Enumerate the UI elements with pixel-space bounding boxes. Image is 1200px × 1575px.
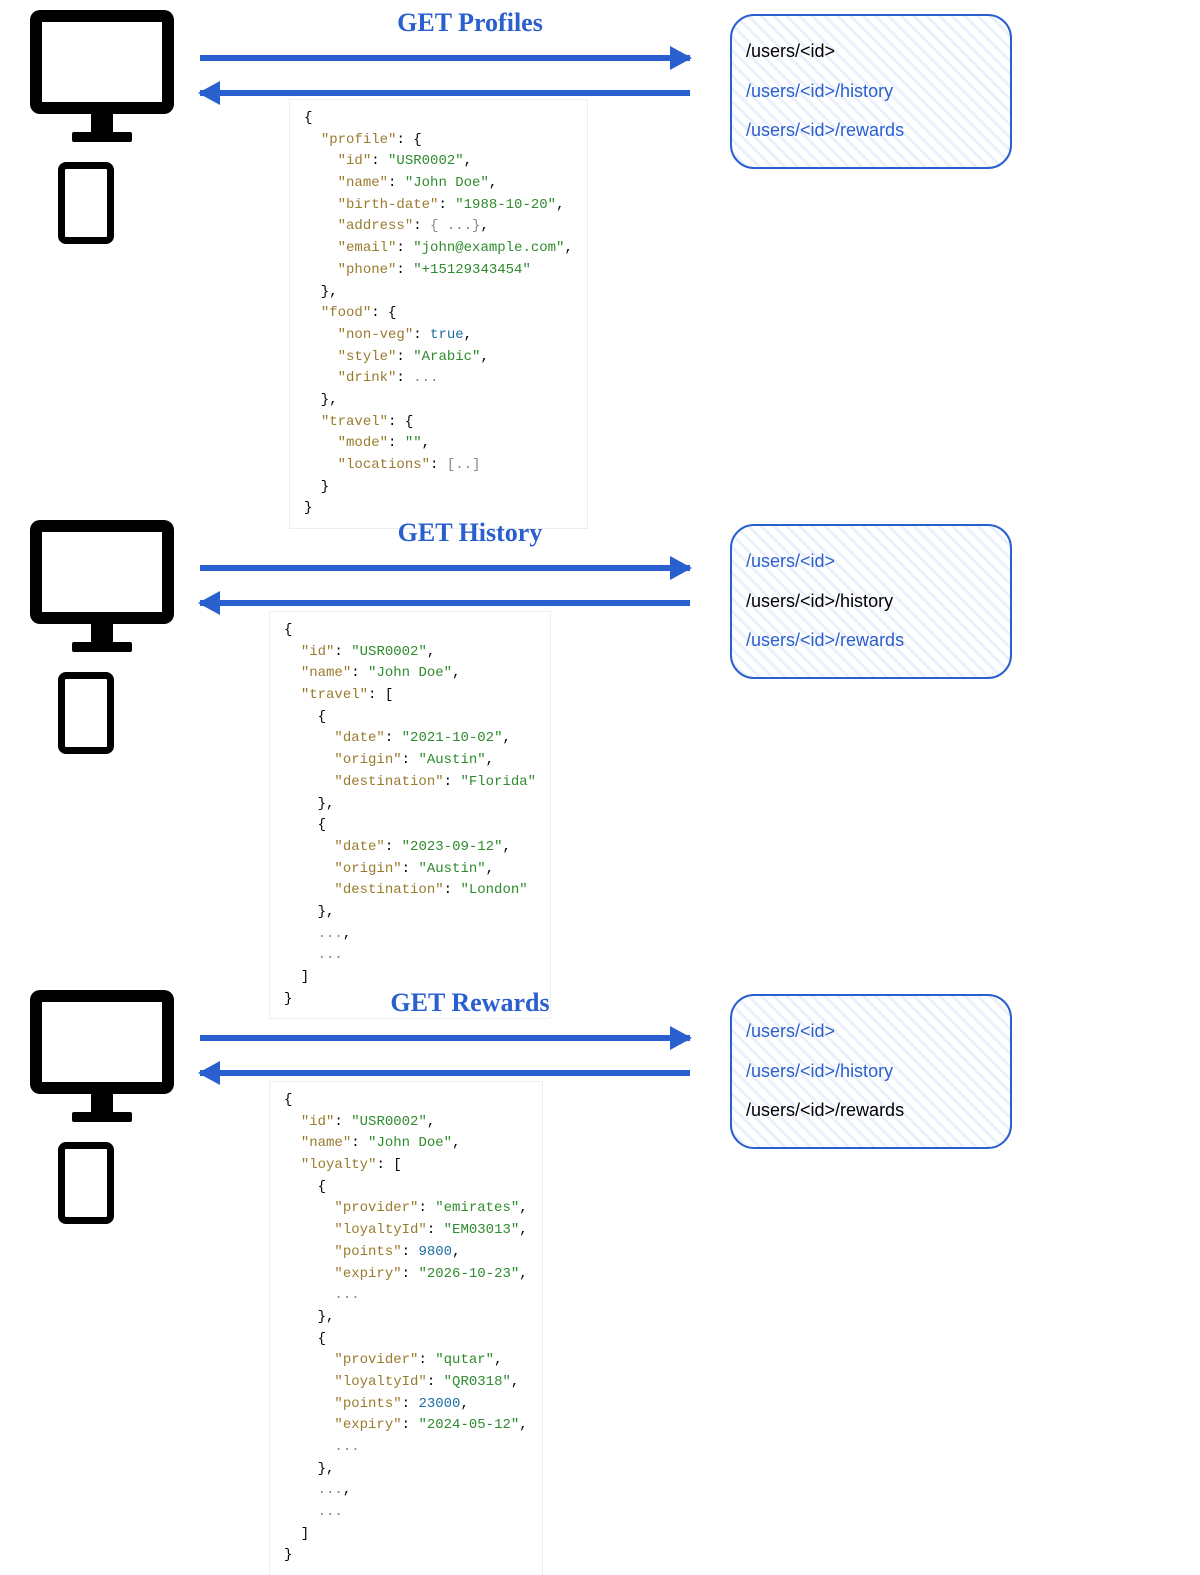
monitor-icon [30,520,174,652]
endpoint-box: /users/<id> /users/<id>/history /users/<… [730,994,1012,1149]
request-label: GET Profiles [320,8,620,38]
endpoint-history: /users/<id>/history [746,1052,996,1092]
request-arrow [200,55,690,61]
endpoint-rewards: /users/<id>/rewards [746,1091,996,1131]
response-arrow [200,90,690,96]
endpoint-rewards: /users/<id>/rewards [746,621,996,661]
phone-icon [58,162,114,244]
client-devices [30,520,174,754]
request-label: GET History [320,518,620,548]
monitor-icon [30,10,174,142]
phone-icon [58,1142,114,1224]
json-response: { "id": "USR0002", "name": "John Doe", "… [270,1082,542,1575]
request-arrow [200,1035,690,1041]
endpoint-rewards: /users/<id>/rewards [746,111,996,151]
response-arrow [200,1070,690,1076]
phone-icon [58,672,114,754]
diagram-canvas: GET Profiles /users/<id> /users/<id>/his… [0,0,1200,1540]
client-devices [30,990,174,1224]
endpoint-history: /users/<id>/history [746,582,996,622]
endpoint-profiles: /users/<id> [746,1012,996,1052]
json-response: { "profile": { "id": "USR0002", "name": … [290,100,587,528]
request-arrow [200,565,690,571]
json-response: { "id": "USR0002", "name": "John Doe", "… [270,612,550,1018]
monitor-icon [30,990,174,1122]
client-devices [30,10,174,244]
endpoint-history: /users/<id>/history [746,72,996,112]
endpoint-box: /users/<id> /users/<id>/history /users/<… [730,524,1012,679]
endpoint-profiles: /users/<id> [746,542,996,582]
endpoint-box: /users/<id> /users/<id>/history /users/<… [730,14,1012,169]
endpoint-profiles: /users/<id> [746,32,996,72]
response-arrow [200,600,690,606]
request-label: GET Rewards [320,988,620,1018]
